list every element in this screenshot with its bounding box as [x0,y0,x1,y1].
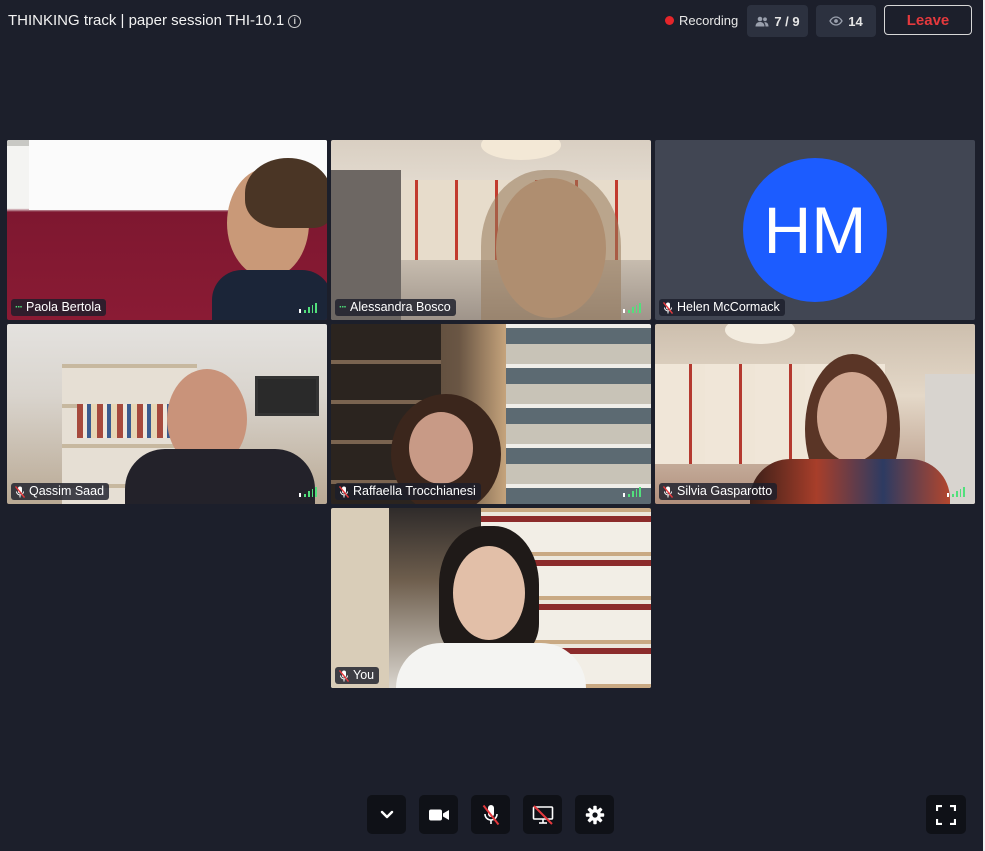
eye-icon [829,16,844,26]
participants-count-chip[interactable]: 7 / 9 [747,5,808,37]
recording-dot-icon [665,16,674,25]
chevron-down-icon [380,810,393,819]
screen-share-button[interactable] [523,795,562,834]
participant-name-tag: Helen McCormack [659,299,785,316]
video-tile-silvia-gasparotto[interactable]: Silvia Gasparotto [655,324,975,504]
person-hair [481,170,621,320]
settings-button[interactable] [575,795,614,834]
lamp [725,324,795,344]
fullscreen-button[interactable] [926,795,966,834]
person-shoulders [125,449,315,504]
microphone-toggle-button[interactable] [471,795,510,834]
speaking-dots-icon: ··· [15,302,23,313]
camera-toggle-button[interactable] [419,795,458,834]
signal-strength-icon [947,487,966,497]
video-tile-self[interactable]: You [331,508,651,688]
signal-strength-icon [299,303,318,313]
coat [331,508,389,688]
leave-button[interactable]: Leave [884,5,972,35]
mic-off-icon [339,485,349,498]
viewers-count-chip[interactable]: 14 [816,5,876,37]
video-tile-raffaella-trocchianesi[interactable]: Raffaella Trocchianesi [331,324,651,504]
recording-indicator: Recording [665,13,738,28]
participant-name-tag: ··· Alessandra Bosco [335,299,456,316]
participant-name-tag: ··· Paola Bertola [11,299,107,316]
person-shoulders [396,643,586,688]
right-shelf [506,324,651,504]
mic-off-icon [663,485,673,498]
wall-picture [255,376,319,416]
participant-name-tag: You [335,667,380,684]
participant-name-tag: Silvia Gasparotto [659,483,778,500]
more-options-button[interactable] [367,795,406,834]
person-shoulders [750,459,950,504]
top-bar: THINKING track | paper session THI-10.1 i… [0,0,985,42]
signal-strength-icon [623,487,642,497]
people-icon [755,16,769,26]
person-face [817,372,887,462]
person-hair [245,158,327,228]
video-tile-paola-bertola[interactable]: ··· Paola Bertola [7,140,327,320]
signal-strength-icon [623,303,642,313]
signal-strength-icon [299,487,318,497]
avatar: HM [743,158,887,302]
lamp [481,140,561,160]
mic-off-icon [15,485,25,498]
video-tile-alessandra-bosco[interactable]: ··· Alessandra Bosco [331,140,651,320]
mic-off-icon [482,804,499,825]
video-tile-helen-mccormack[interactable]: HM Helen McCormack [655,140,975,320]
gear-icon [585,805,604,824]
shelf [331,170,401,320]
participant-name-tag: Raffaella Trocchianesi [335,483,481,500]
mic-off-icon [663,301,673,314]
participant-name-tag: Qassim Saad [11,483,110,500]
mic-off-icon [339,669,349,682]
person-face [453,546,525,640]
info-icon[interactable]: i [288,15,302,28]
camera-icon [428,809,449,820]
person-face [409,412,473,484]
fullscreen-icon [936,804,956,825]
meeting-title: THINKING track | paper session THI-10.1 i [8,12,302,29]
speaking-dots-icon: ··· [339,302,347,313]
screen-share-off-icon [532,804,553,825]
video-tile-qassim-saad[interactable]: Qassim Saad [7,324,327,504]
